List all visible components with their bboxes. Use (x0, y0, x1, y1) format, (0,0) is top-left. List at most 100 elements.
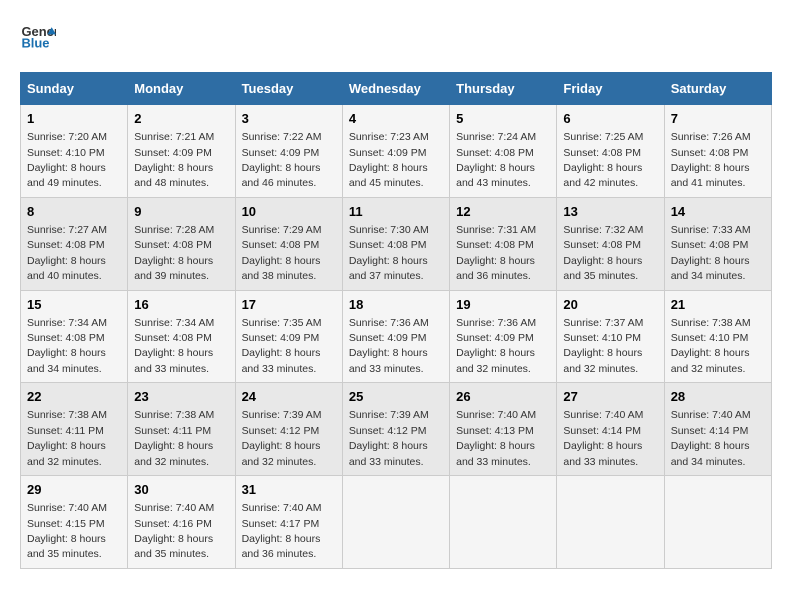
table-row: 8 Sunrise: 7:27 AMSunset: 4:08 PMDaylight… (21, 197, 128, 290)
day-number: 29 (27, 481, 121, 499)
day-info: Sunrise: 7:40 AMSunset: 4:15 PMDaylight:… (27, 502, 107, 560)
day-info: Sunrise: 7:35 AMSunset: 4:09 PMDaylight:… (242, 317, 322, 375)
day-info: Sunrise: 7:34 AMSunset: 4:08 PMDaylight:… (134, 317, 214, 375)
day-number: 27 (563, 388, 657, 406)
day-number: 6 (563, 110, 657, 128)
day-number: 20 (563, 296, 657, 314)
table-row: 11 Sunrise: 7:30 AMSunset: 4:08 PMDayligh… (342, 197, 449, 290)
table-row (557, 476, 664, 569)
day-info: Sunrise: 7:38 AMSunset: 4:11 PMDaylight:… (27, 409, 107, 467)
day-info: Sunrise: 7:24 AMSunset: 4:08 PMDaylight:… (456, 131, 536, 189)
day-info: Sunrise: 7:40 AMSunset: 4:16 PMDaylight:… (134, 502, 214, 560)
calendar-table: SundayMondayTuesdayWednesdayThursdayFrid… (20, 72, 772, 569)
col-header-sunday: Sunday (21, 73, 128, 105)
table-row: 30 Sunrise: 7:40 AMSunset: 4:16 PMDayligh… (128, 476, 235, 569)
day-number: 18 (349, 296, 443, 314)
day-number: 7 (671, 110, 765, 128)
day-number: 9 (134, 203, 228, 221)
logo-icon: General Blue (20, 20, 56, 56)
table-row: 17 Sunrise: 7:35 AMSunset: 4:09 PMDayligh… (235, 290, 342, 383)
day-info: Sunrise: 7:30 AMSunset: 4:08 PMDaylight:… (349, 224, 429, 282)
col-header-monday: Monday (128, 73, 235, 105)
table-row (664, 476, 771, 569)
col-header-thursday: Thursday (450, 73, 557, 105)
day-info: Sunrise: 7:40 AMSunset: 4:17 PMDaylight:… (242, 502, 322, 560)
day-number: 13 (563, 203, 657, 221)
svg-text:Blue: Blue (21, 35, 49, 50)
day-info: Sunrise: 7:25 AMSunset: 4:08 PMDaylight:… (563, 131, 643, 189)
table-row: 26 Sunrise: 7:40 AMSunset: 4:13 PMDayligh… (450, 383, 557, 476)
table-row (450, 476, 557, 569)
day-number: 3 (242, 110, 336, 128)
day-number: 19 (456, 296, 550, 314)
day-number: 26 (456, 388, 550, 406)
table-row: 6 Sunrise: 7:25 AMSunset: 4:08 PMDaylight… (557, 105, 664, 198)
day-number: 28 (671, 388, 765, 406)
table-row: 22 Sunrise: 7:38 AMSunset: 4:11 PMDayligh… (21, 383, 128, 476)
day-number: 14 (671, 203, 765, 221)
table-row: 7 Sunrise: 7:26 AMSunset: 4:08 PMDaylight… (664, 105, 771, 198)
day-info: Sunrise: 7:21 AMSunset: 4:09 PMDaylight:… (134, 131, 214, 189)
day-number: 2 (134, 110, 228, 128)
table-row: 19 Sunrise: 7:36 AMSunset: 4:09 PMDayligh… (450, 290, 557, 383)
day-number: 30 (134, 481, 228, 499)
day-number: 16 (134, 296, 228, 314)
day-info: Sunrise: 7:33 AMSunset: 4:08 PMDaylight:… (671, 224, 751, 282)
day-info: Sunrise: 7:26 AMSunset: 4:08 PMDaylight:… (671, 131, 751, 189)
day-info: Sunrise: 7:37 AMSunset: 4:10 PMDaylight:… (563, 317, 643, 375)
day-info: Sunrise: 7:29 AMSunset: 4:08 PMDaylight:… (242, 224, 322, 282)
day-number: 31 (242, 481, 336, 499)
table-row: 13 Sunrise: 7:32 AMSunset: 4:08 PMDayligh… (557, 197, 664, 290)
day-number: 8 (27, 203, 121, 221)
day-info: Sunrise: 7:22 AMSunset: 4:09 PMDaylight:… (242, 131, 322, 189)
table-row: 5 Sunrise: 7:24 AMSunset: 4:08 PMDaylight… (450, 105, 557, 198)
col-header-wednesday: Wednesday (342, 73, 449, 105)
table-row: 10 Sunrise: 7:29 AMSunset: 4:08 PMDayligh… (235, 197, 342, 290)
logo: General Blue (20, 20, 56, 56)
day-info: Sunrise: 7:34 AMSunset: 4:08 PMDaylight:… (27, 317, 107, 375)
table-row: 28Sunrise: 7:40 AMSunset: 4:14 PMDayligh… (664, 383, 771, 476)
day-number: 1 (27, 110, 121, 128)
day-info: Sunrise: 7:39 AMSunset: 4:12 PMDaylight:… (349, 409, 429, 467)
page-header: General Blue (20, 20, 772, 56)
day-number: 15 (27, 296, 121, 314)
table-row: 9 Sunrise: 7:28 AMSunset: 4:08 PMDaylight… (128, 197, 235, 290)
col-header-friday: Friday (557, 73, 664, 105)
day-info: Sunrise: 7:38 AMSunset: 4:10 PMDaylight:… (671, 317, 751, 375)
day-info: Sunrise: 7:36 AMSunset: 4:09 PMDaylight:… (456, 317, 536, 375)
table-row: 21 Sunrise: 7:38 AMSunset: 4:10 PMDayligh… (664, 290, 771, 383)
day-info: Sunrise: 7:40 AMSunset: 4:13 PMDaylight:… (456, 409, 536, 467)
day-number: 25 (349, 388, 443, 406)
table-row: 24Sunrise: 7:39 AMSunset: 4:12 PMDayligh… (235, 383, 342, 476)
day-number: 17 (242, 296, 336, 314)
table-row (342, 476, 449, 569)
day-number: 12 (456, 203, 550, 221)
day-number: 10 (242, 203, 336, 221)
table-row: 12Sunrise: 7:31 AMSunset: 4:08 PMDayligh… (450, 197, 557, 290)
day-number: 5 (456, 110, 550, 128)
day-info: Sunrise: 7:32 AMSunset: 4:08 PMDaylight:… (563, 224, 643, 282)
day-number: 21 (671, 296, 765, 314)
table-row: 3 Sunrise: 7:22 AMSunset: 4:09 PMDaylight… (235, 105, 342, 198)
day-info: Sunrise: 7:38 AMSunset: 4:11 PMDaylight:… (134, 409, 214, 467)
table-row: 14 Sunrise: 7:33 AMSunset: 4:08 PMDayligh… (664, 197, 771, 290)
day-number: 23 (134, 388, 228, 406)
day-number: 22 (27, 388, 121, 406)
table-row: 25 Sunrise: 7:39 AMSunset: 4:12 PMDayligh… (342, 383, 449, 476)
day-info: Sunrise: 7:39 AMSunset: 4:12 PMDaylight:… (242, 409, 322, 467)
table-row: 29 Sunrise: 7:40 AMSunset: 4:15 PMDayligh… (21, 476, 128, 569)
day-info: Sunrise: 7:27 AMSunset: 4:08 PMDaylight:… (27, 224, 107, 282)
table-row: 2 Sunrise: 7:21 AMSunset: 4:09 PMDaylight… (128, 105, 235, 198)
table-row: 23 Sunrise: 7:38 AMSunset: 4:11 PMDayligh… (128, 383, 235, 476)
day-info: Sunrise: 7:36 AMSunset: 4:09 PMDaylight:… (349, 317, 429, 375)
table-row: 4Sunrise: 7:23 AMSunset: 4:09 PMDaylight… (342, 105, 449, 198)
table-row: 1 Sunrise: 7:20 AMSunset: 4:10 PMDaylight… (21, 105, 128, 198)
day-info: Sunrise: 7:20 AMSunset: 4:10 PMDaylight:… (27, 131, 107, 189)
day-number: 11 (349, 203, 443, 221)
col-header-tuesday: Tuesday (235, 73, 342, 105)
day-info: Sunrise: 7:23 AMSunset: 4:09 PMDaylight:… (349, 131, 429, 189)
day-info: Sunrise: 7:40 AMSunset: 4:14 PMDaylight:… (563, 409, 643, 467)
day-info: Sunrise: 7:28 AMSunset: 4:08 PMDaylight:… (134, 224, 214, 282)
table-row: 31 Sunrise: 7:40 AMSunset: 4:17 PMDayligh… (235, 476, 342, 569)
table-row: 18 Sunrise: 7:36 AMSunset: 4:09 PMDayligh… (342, 290, 449, 383)
